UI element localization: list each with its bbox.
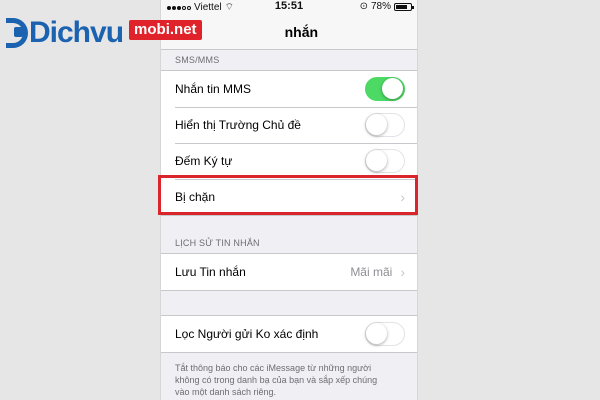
footer-line: vào một danh sách riêng. [175, 387, 277, 397]
row-character-count-label: Đếm Ký tự [175, 154, 233, 168]
rotation-lock-icon: ⊙ [359, 1, 368, 12]
mms-toggle[interactable] [365, 77, 405, 101]
battery-percent: 78% [370, 1, 391, 12]
highlight-box [158, 175, 418, 215]
filter-footer-note: Tắt thông báo cho các iMessage từ những … [175, 362, 407, 398]
footer-line: không có trong danh bạ của bạn và sắp xế… [175, 375, 378, 385]
battery-icon [394, 2, 414, 11]
toggle-knob [382, 78, 403, 99]
footer-line: Tắt thông báo cho các iMessage từ những … [175, 363, 372, 373]
toggle-knob [366, 150, 387, 171]
logo-mark-icon [6, 18, 28, 48]
settings-group-filter: Lọc Người gửi Ko xác định [161, 315, 417, 353]
row-character-count: Đếm Ký tự [161, 143, 417, 179]
status-right: ⊙ 78% [359, 1, 414, 12]
chevron-right-icon: › [400, 264, 405, 280]
toggle-knob [366, 323, 387, 344]
settings-group-history: Lưu Tin nhắn Mãi mãi › [161, 253, 417, 291]
row-keep-messages[interactable]: Lưu Tin nhắn Mãi mãi › [161, 254, 417, 290]
row-subject-label: Hiển thị Trường Chủ đề [175, 118, 301, 132]
row-mms: Nhắn tin MMS [161, 71, 417, 107]
row-mms-label: Nhắn tin MMS [175, 82, 252, 96]
logo-badge: mobi.net [129, 20, 202, 40]
section-header-history: LỊCH SỬ TIN NHẮN [175, 238, 260, 248]
row-filter-unknown: Lọc Người gửi Ko xác định [161, 316, 417, 352]
watermark-logo: Dichvu mobi.net [6, 14, 202, 52]
filter-unknown-toggle[interactable] [365, 322, 405, 346]
subject-field-toggle[interactable] [365, 113, 405, 137]
status-bar: Viettel ⌔ 15:51 ⊙ 78% [161, 0, 417, 14]
keep-messages-value: Mãi mãi [350, 265, 393, 279]
character-count-toggle[interactable] [365, 149, 405, 173]
row-subject-field: Hiển thị Trường Chủ đề [161, 107, 417, 143]
section-header-sms: SMS/MMS [175, 55, 220, 65]
logo-word: Dichvu [29, 16, 124, 49]
row-filter-unknown-label: Lọc Người gửi Ko xác định [175, 327, 319, 341]
toggle-knob [366, 114, 387, 135]
row-keep-messages-label: Lưu Tin nhắn [175, 265, 246, 279]
